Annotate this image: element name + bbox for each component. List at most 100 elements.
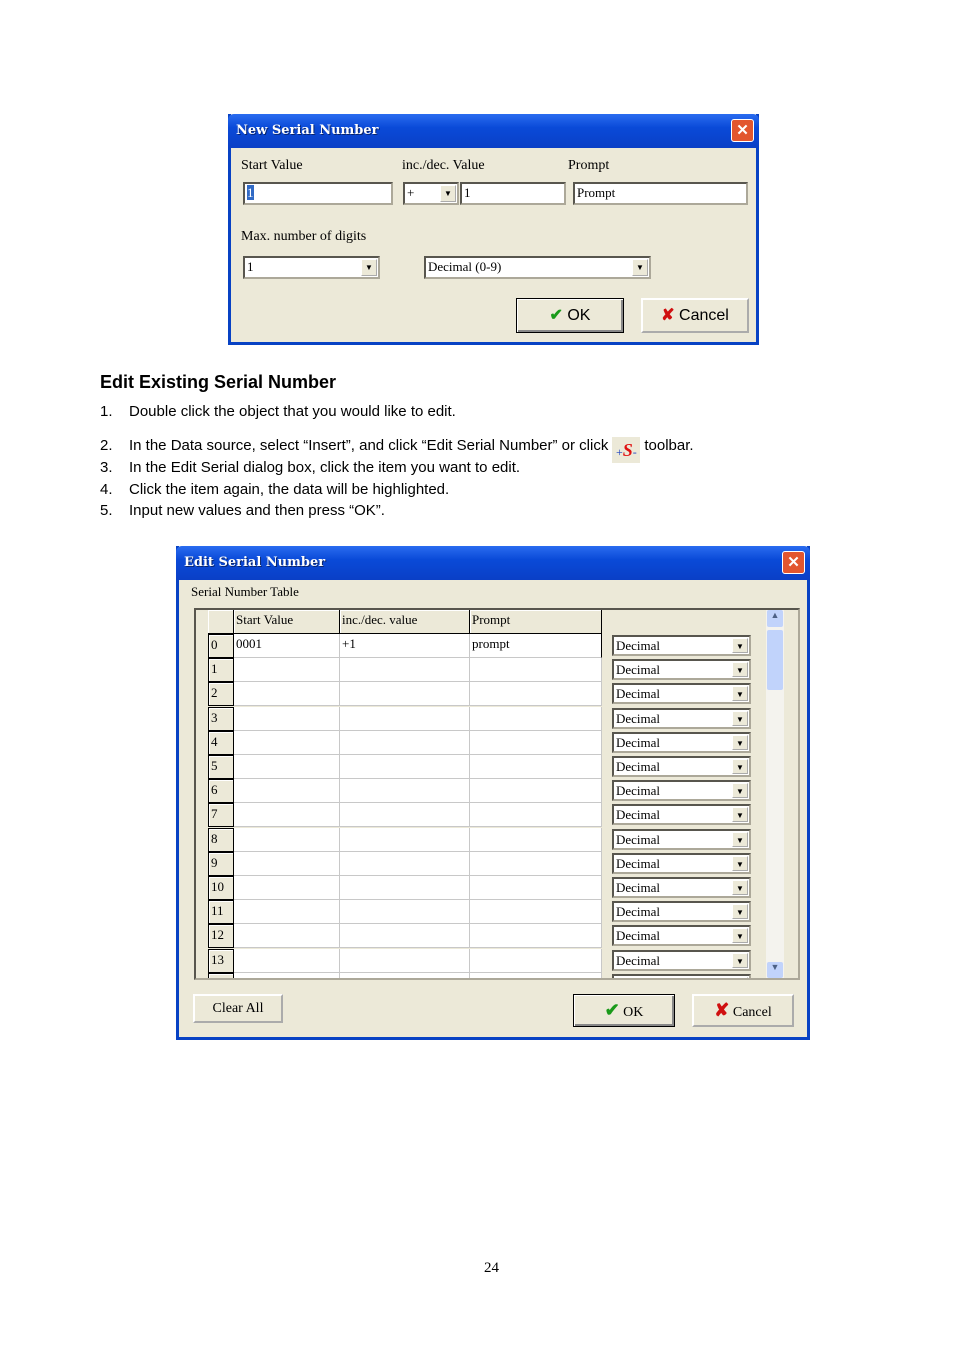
ok-button[interactable]: ✔ OK — [516, 298, 624, 333]
format-select[interactable]: Decimal ▼ — [612, 659, 751, 681]
prompt-cell[interactable]: prompt — [470, 634, 602, 658]
chevron-down-icon[interactable]: ▼ — [732, 855, 748, 871]
ok-button[interactable]: ✔ OK — [573, 994, 675, 1027]
start-value-cell[interactable] — [234, 730, 340, 755]
row-number[interactable]: 8 — [208, 827, 234, 852]
incdec-cell[interactable] — [340, 972, 470, 978]
chevron-down-icon[interactable]: ▼ — [732, 638, 748, 653]
prompt-cell[interactable] — [470, 803, 602, 828]
row-number[interactable]: 7 — [208, 803, 234, 828]
incdec-cell[interactable] — [340, 658, 470, 683]
column-header-prompt[interactable]: Prompt — [470, 610, 602, 634]
incdec-cell[interactable] — [340, 876, 470, 900]
row-number[interactable]: 1 — [208, 658, 234, 683]
prompt-cell[interactable] — [470, 876, 602, 900]
start-value-cell[interactable] — [234, 851, 340, 876]
format-select[interactable]: Decimal ▼ — [612, 901, 751, 923]
format-select[interactable]: Decimal ▼ — [612, 877, 751, 898]
start-value-cell[interactable] — [234, 803, 340, 828]
start-value-cell[interactable] — [234, 948, 340, 973]
prompt-cell[interactable] — [470, 851, 602, 876]
format-select[interactable]: Decimal ▼ — [612, 973, 751, 978]
format-select[interactable]: Decimal ▼ — [612, 756, 751, 777]
format-select[interactable]: Decimal ▼ — [612, 828, 751, 850]
column-header-start[interactable]: Start Value — [234, 610, 340, 634]
format-select[interactable]: Decimal ▼ — [612, 925, 751, 947]
clear-all-button[interactable]: Clear All — [193, 994, 283, 1023]
scroll-down-icon[interactable]: ▼ — [767, 962, 783, 978]
row-number[interactable]: 14 — [208, 972, 234, 978]
chevron-down-icon[interactable]: ▼ — [632, 259, 648, 276]
incdec-cell[interactable] — [340, 827, 470, 852]
prompt-cell[interactable] — [470, 682, 602, 707]
chevron-down-icon[interactable]: ▼ — [440, 185, 456, 202]
format-select[interactable]: Decimal ▼ — [612, 780, 751, 802]
incdec-cell[interactable] — [340, 682, 470, 707]
format-select[interactable]: Decimal ▼ — [612, 635, 751, 656]
prompt-input[interactable]: Prompt — [573, 182, 748, 205]
start-value-cell[interactable] — [234, 706, 340, 731]
start-value-cell[interactable] — [234, 924, 340, 949]
incdec-cell[interactable] — [340, 755, 470, 779]
chevron-down-icon[interactable]: ▼ — [732, 904, 748, 920]
chevron-down-icon[interactable]: ▼ — [732, 928, 748, 944]
row-number[interactable]: 12 — [208, 924, 234, 949]
vertical-scrollbar[interactable]: ▲ ▼ — [766, 610, 784, 978]
incdec-cell[interactable] — [340, 924, 470, 949]
incdec-cell[interactable] — [340, 900, 470, 925]
prompt-cell[interactable] — [470, 924, 602, 949]
chevron-down-icon[interactable]: ▼ — [732, 662, 748, 678]
start-value-cell[interactable] — [234, 827, 340, 852]
cancel-button[interactable]: ✘ Cancel — [692, 994, 794, 1027]
format-select[interactable]: Decimal ▼ — [612, 707, 751, 729]
prompt-cell[interactable] — [470, 730, 602, 755]
start-value-input[interactable]: 1 — [243, 182, 393, 205]
row-number[interactable]: 5 — [208, 755, 234, 779]
row-number[interactable]: 6 — [208, 779, 234, 804]
incdec-cell[interactable]: +1 — [340, 634, 470, 658]
incdec-cell[interactable] — [340, 851, 470, 876]
scroll-up-icon[interactable]: ▲ — [767, 610, 783, 627]
incdec-cell[interactable] — [340, 779, 470, 804]
incdec-value-input[interactable]: 1 — [460, 182, 566, 205]
start-value-cell[interactable] — [234, 972, 340, 978]
chevron-down-icon[interactable]: ▼ — [732, 710, 748, 726]
start-value-cell[interactable] — [234, 658, 340, 683]
column-header-incdec[interactable]: inc./dec. value — [340, 610, 470, 634]
close-icon[interactable]: ✕ — [782, 551, 805, 574]
chevron-down-icon[interactable]: ▼ — [732, 686, 748, 702]
start-value-cell[interactable]: 0001 — [234, 634, 340, 658]
chevron-down-icon[interactable]: ▼ — [732, 831, 748, 847]
format-select[interactable]: Decimal ▼ — [612, 683, 751, 705]
format-select[interactable]: Decimal ▼ — [612, 949, 751, 971]
chevron-down-icon[interactable]: ▼ — [361, 259, 377, 276]
format-select[interactable]: Decimal ▼ — [612, 804, 751, 826]
row-number[interactable]: 11 — [208, 900, 234, 925]
prompt-cell[interactable] — [470, 706, 602, 731]
row-number[interactable]: 9 — [208, 851, 234, 876]
chevron-down-icon[interactable]: ▼ — [732, 952, 748, 968]
row-number[interactable]: 2 — [208, 682, 234, 707]
chevron-down-icon[interactable]: ▼ — [732, 807, 748, 823]
format-select[interactable]: Decimal (0-9) ▼ — [424, 256, 651, 279]
chevron-down-icon[interactable]: ▼ — [732, 976, 748, 978]
incdec-cell[interactable] — [340, 706, 470, 731]
incdec-cell[interactable] — [340, 948, 470, 973]
prompt-cell[interactable] — [470, 779, 602, 804]
row-number[interactable]: 4 — [208, 730, 234, 755]
incdec-cell[interactable] — [340, 803, 470, 828]
prompt-cell[interactable] — [470, 972, 602, 978]
scrollbar-thumb[interactable] — [767, 630, 783, 690]
chevron-down-icon[interactable]: ▼ — [732, 880, 748, 895]
cancel-button[interactable]: ✘ Cancel — [641, 298, 749, 333]
incdec-cell[interactable] — [340, 730, 470, 755]
chevron-down-icon[interactable]: ▼ — [732, 759, 748, 774]
start-value-cell[interactable] — [234, 682, 340, 707]
prompt-cell[interactable] — [470, 658, 602, 683]
start-value-cell[interactable] — [234, 755, 340, 779]
chevron-down-icon[interactable]: ▼ — [732, 734, 748, 750]
format-select[interactable]: Decimal ▼ — [612, 852, 751, 874]
start-value-cell[interactable] — [234, 900, 340, 925]
format-select[interactable]: Decimal ▼ — [612, 731, 751, 753]
chevron-down-icon[interactable]: ▼ — [732, 783, 748, 799]
